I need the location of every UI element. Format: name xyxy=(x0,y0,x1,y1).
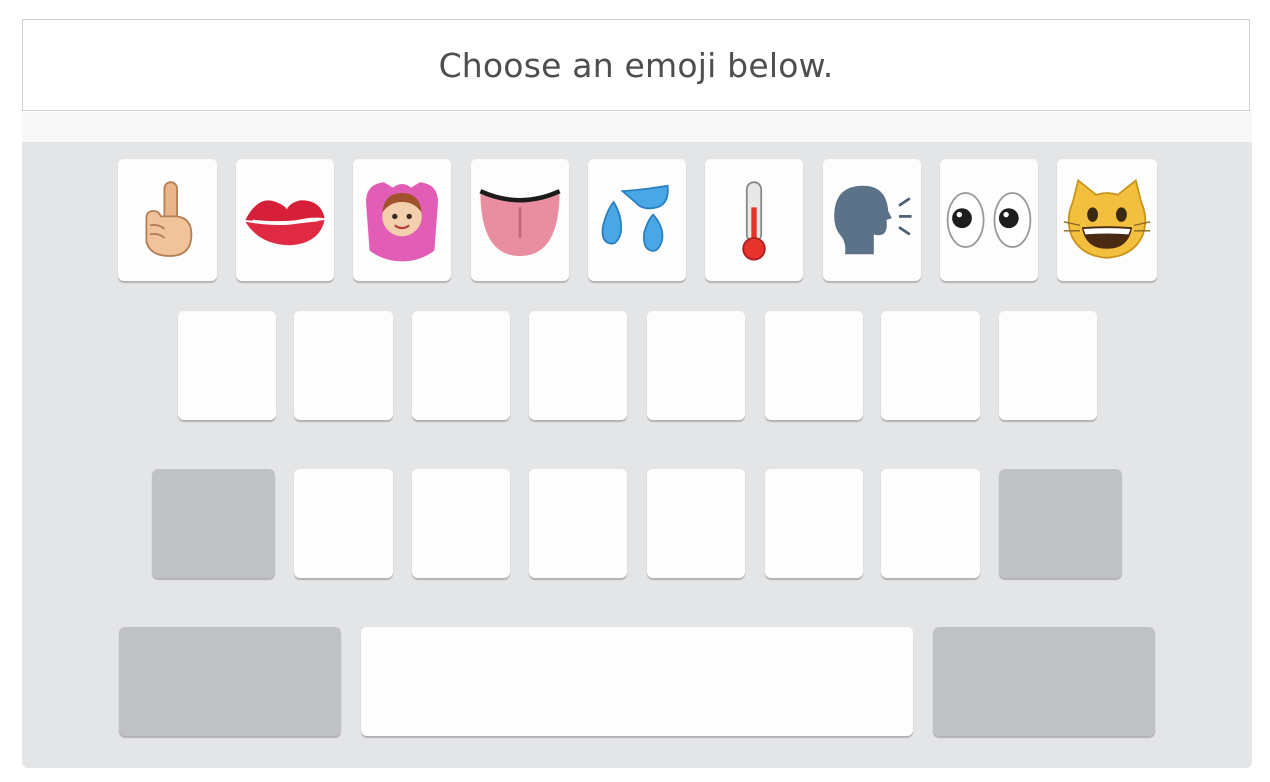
key-row2-6[interactable] xyxy=(765,311,863,420)
kiss-lips-icon xyxy=(245,200,325,246)
emoji-key-woman-ok[interactable] xyxy=(353,159,451,281)
emoji-key-tongue[interactable] xyxy=(471,159,569,281)
suggestion-strip xyxy=(22,112,1252,142)
key-row2-8[interactable] xyxy=(999,311,1097,420)
speaking-head-icon xyxy=(834,185,912,255)
emoji-key-eyes[interactable] xyxy=(940,159,1038,281)
space-key[interactable] xyxy=(361,627,913,736)
sweat-droplets-icon xyxy=(601,184,669,252)
key-row2-1[interactable] xyxy=(178,311,276,420)
emoji-key-sweat-droplets[interactable] xyxy=(588,159,686,281)
mode-switch-key[interactable] xyxy=(119,627,341,736)
woman-ok-gesture-icon xyxy=(366,182,438,262)
pointing-finger-icon xyxy=(145,181,192,257)
emoji-key-pointing-finger[interactable] xyxy=(118,159,217,281)
emoji-key-thermometer[interactable] xyxy=(705,159,803,281)
emoji-key-kiss[interactable] xyxy=(236,159,334,281)
thermometer-icon xyxy=(742,181,766,261)
backspace-key[interactable] xyxy=(999,469,1122,578)
eyes-icon xyxy=(946,192,1032,248)
key-row2-2[interactable] xyxy=(294,311,393,420)
emoji-key-grinning-cat[interactable] xyxy=(1057,159,1157,281)
key-row3-4[interactable] xyxy=(647,469,745,578)
prompt-box: Choose an emoji below. xyxy=(22,19,1250,111)
key-row3-6[interactable] xyxy=(881,469,980,578)
shift-key[interactable] xyxy=(152,469,275,578)
key-row3-2[interactable] xyxy=(412,469,510,578)
key-row2-5[interactable] xyxy=(647,311,745,420)
key-row3-1[interactable] xyxy=(294,469,393,578)
key-row3-3[interactable] xyxy=(529,469,627,578)
tongue-icon xyxy=(479,189,561,256)
grinning-cat-icon xyxy=(1063,178,1151,259)
key-row2-7[interactable] xyxy=(881,311,980,420)
return-key[interactable] xyxy=(933,627,1155,736)
prompt-text: Choose an emoji below. xyxy=(438,45,834,85)
key-row3-5[interactable] xyxy=(765,469,863,578)
key-row2-3[interactable] xyxy=(412,311,510,420)
key-row2-4[interactable] xyxy=(529,311,627,420)
emoji-keyboard xyxy=(22,142,1252,768)
emoji-key-speaking-head[interactable] xyxy=(823,159,921,281)
